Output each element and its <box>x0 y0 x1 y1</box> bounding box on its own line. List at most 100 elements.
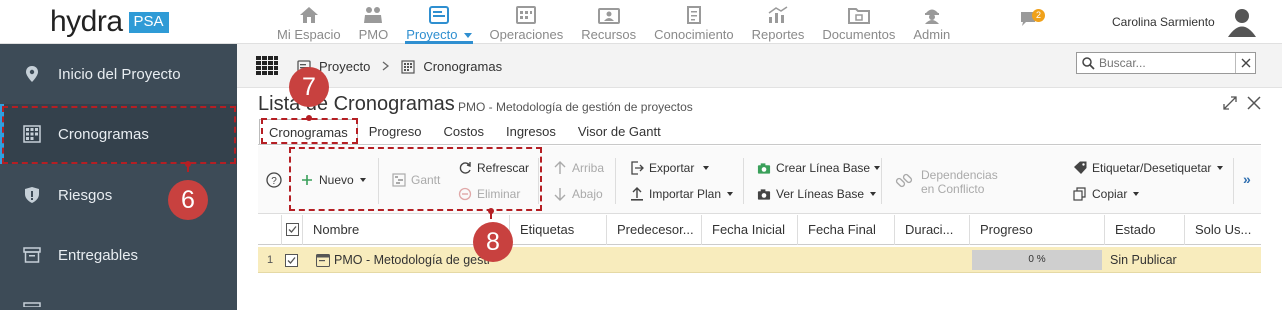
tab-progreso[interactable]: Progreso <box>358 119 433 145</box>
gantt-button[interactable]: Gantt <box>392 173 440 187</box>
nav-label: Mi Espacio <box>277 27 341 42</box>
apps-grid-icon[interactable] <box>256 56 278 76</box>
crear-linea-base-button[interactable]: Crear Línea Base <box>757 161 881 175</box>
nav-label: Operaciones <box>489 27 564 42</box>
sidebar-item-inicio-del-proyecto[interactable]: Inicio del Proyecto <box>0 44 237 104</box>
sidebar-item-label: Entregables <box>58 246 139 264</box>
refrescar-button[interactable]: Refrescar <box>458 161 529 175</box>
help-button[interactable]: ? <box>266 172 282 188</box>
chevron-down-icon <box>1217 166 1224 170</box>
arriba-button[interactable]: Arriba <box>553 161 604 175</box>
etiquetar-label: Etiquetar/Desetiquetar <box>1092 161 1212 175</box>
toolbar-divider <box>378 158 379 204</box>
nav-label: Proyecto <box>406 27 458 42</box>
toolbar-divider <box>1233 158 1234 204</box>
nav-item-proyecto[interactable]: Proyecto <box>397 0 480 44</box>
chevron-down-icon <box>870 192 877 196</box>
annotation-leader <box>187 164 189 172</box>
annotation-marker-7: 7 <box>289 67 329 107</box>
etiquetar-desetiquetar-button[interactable]: Etiquetar/Desetiquetar <box>1073 161 1224 175</box>
chevron-right-icon <box>382 59 390 74</box>
column-header-progreso[interactable]: Progreso <box>970 215 1105 245</box>
annotation-dot <box>306 115 312 121</box>
row-checkbox[interactable] <box>285 247 301 273</box>
column-header-estado[interactable]: Estado <box>1105 215 1185 245</box>
tab-ingresos[interactable]: Ingresos <box>495 119 567 145</box>
nuevo-button[interactable]: Nuevo <box>300 173 366 187</box>
gantt-icon <box>392 173 406 187</box>
tab-cronogramas[interactable]: Cronogramas <box>259 119 358 145</box>
progress-bar: 0 % <box>972 250 1102 270</box>
nav-item-mi-espacio[interactable]: Mi Espacio <box>268 0 350 44</box>
nav-item-pmo[interactable]: PMO <box>350 0 398 44</box>
plus-icon <box>300 173 314 187</box>
breadcrumb-item-proyecto[interactable]: Proyecto <box>319 59 370 74</box>
nav-item-operaciones[interactable]: Operaciones <box>481 0 573 44</box>
chevron-down-icon <box>874 166 881 170</box>
notification-count-badge: 2 <box>1032 9 1045 22</box>
home-icon <box>298 6 320 24</box>
nav-item-admin[interactable]: Admin <box>904 0 959 44</box>
tab-costos[interactable]: Costos <box>433 119 495 145</box>
column-row-number <box>258 215 282 245</box>
tag-icon <box>1073 161 1087 175</box>
help-icon: ? <box>266 172 282 188</box>
calendar-icon <box>515 6 537 24</box>
archive-box-icon <box>22 245 42 265</box>
nav-item-conocimiento[interactable]: Conocimiento <box>645 0 743 44</box>
nav-item-reportes[interactable]: Reportes <box>743 0 814 44</box>
logo-badge: PSA <box>128 11 169 33</box>
nav-label: PMO <box>358 27 389 42</box>
sidebar-item-entregables[interactable]: Entregables <box>0 225 237 285</box>
tab-bar: Cronogramas Progreso Costos Ingresos Vis… <box>259 119 672 145</box>
column-header-fecha-inicial[interactable]: Fecha Inicial <box>702 215 798 245</box>
chevron-down-icon <box>703 166 710 170</box>
gantt-label: Gantt <box>411 173 441 187</box>
sidebar: Inicio del Proyecto Cronogramas Riesgos … <box>0 44 237 310</box>
app-logo[interactable]: hydra PSA <box>50 5 169 39</box>
close-icon <box>1241 58 1250 68</box>
checkbox-checked-icon <box>285 254 298 267</box>
eliminar-label: Eliminar <box>477 187 521 201</box>
camera-icon <box>757 161 771 175</box>
user-name[interactable]: Carolina Sarmiento <box>1112 15 1215 29</box>
close-icon[interactable] <box>1247 96 1261 110</box>
admin-icon <box>921 6 943 24</box>
ver-lineas-base-button[interactable]: Ver Líneas Base <box>757 187 877 201</box>
exportar-button[interactable]: Exportar <box>630 161 710 175</box>
more-tools-button[interactable]: » <box>1243 171 1251 187</box>
nav-item-documentos[interactable]: Documentos <box>813 0 904 44</box>
shield-icon <box>22 185 42 205</box>
nav-item-recursos[interactable]: Recursos <box>572 0 645 44</box>
select-all-checkbox[interactable] <box>282 215 303 245</box>
column-header-duracion[interactable]: Duraci... <box>895 215 970 245</box>
toolbar-divider <box>615 158 616 204</box>
column-header-etiquetas[interactable]: Etiquetas <box>510 215 607 245</box>
toolbar-divider <box>743 158 744 204</box>
search-box <box>1076 52 1256 74</box>
abajo-button[interactable]: Abajo <box>553 187 603 201</box>
expand-icon[interactable] <box>1223 96 1237 110</box>
tab-visor-de-gantt[interactable]: Visor de Gantt <box>567 119 672 145</box>
column-header-solo-usuarios[interactable]: Solo Us... <box>1185 215 1261 245</box>
column-header-fecha-final[interactable]: Fecha Final <box>798 215 895 245</box>
eliminar-button[interactable]: Eliminar <box>458 187 520 201</box>
sidebar-item-partial[interactable] <box>0 285 237 310</box>
chevron-down-icon <box>727 192 734 196</box>
clear-search-button[interactable] <box>1235 53 1255 73</box>
user-avatar-icon[interactable] <box>1227 6 1257 38</box>
checkbox-checked-icon <box>286 223 299 236</box>
search-input[interactable] <box>1099 56 1229 70</box>
column-header-predecesores[interactable]: Predecesor... <box>607 215 702 245</box>
sidebar-item-cronogramas[interactable]: Cronogramas <box>0 104 237 164</box>
nav-label: Recursos <box>581 27 637 42</box>
nav-label: Documentos <box>822 27 896 42</box>
knowledge-icon <box>683 6 705 24</box>
importar-plan-button[interactable]: Importar Plan <box>630 187 734 201</box>
copiar-button[interactable]: Copiar <box>1073 187 1140 201</box>
schedule-grid-icon <box>22 124 42 144</box>
dependencias-en-conflicto-button[interactable]: Dependencias en Conflicto <box>894 168 998 196</box>
toolbar-divider <box>538 158 539 204</box>
table-row[interactable]: 1 PMO - Metodología de gesti 0 % Sin Pub… <box>258 247 1261 273</box>
logo-text: hydra <box>50 5 123 38</box>
